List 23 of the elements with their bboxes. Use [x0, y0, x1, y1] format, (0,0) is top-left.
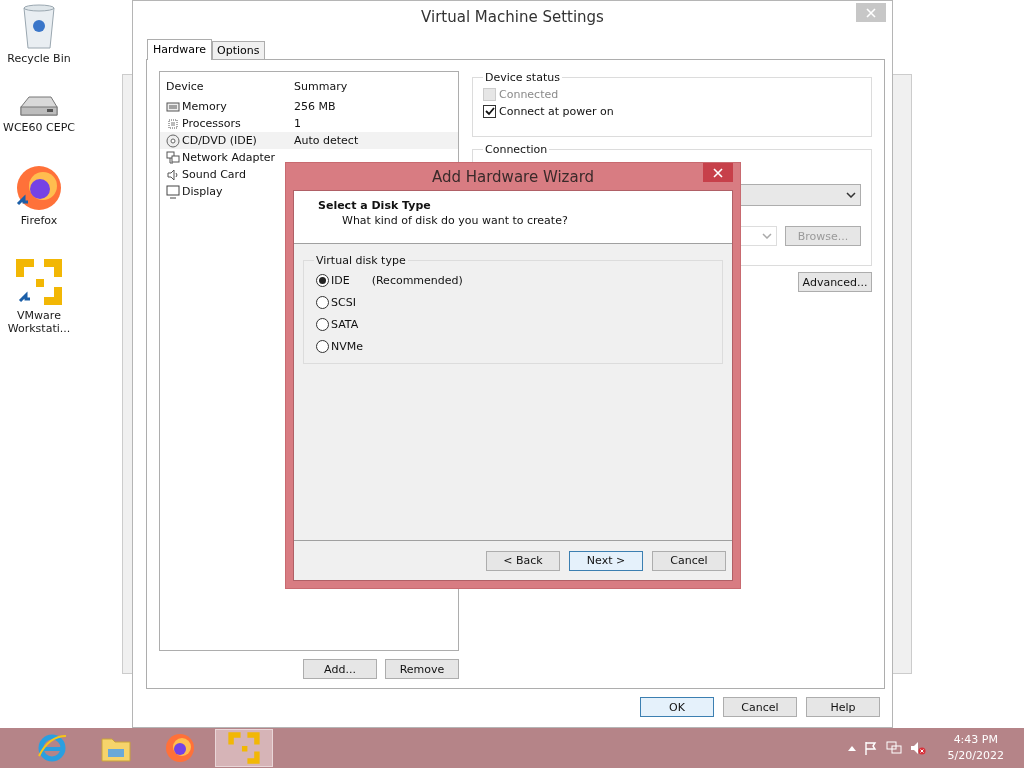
device-summary: 256 MB	[294, 100, 336, 113]
device-name: Display	[182, 185, 223, 198]
device-name: Sound Card	[182, 168, 246, 181]
wizard-heading: Select a Disk Type	[318, 199, 432, 212]
group-legend: Connection	[483, 143, 550, 156]
group-legend: Device status	[483, 71, 562, 84]
radio-label: SCSI	[331, 295, 356, 309]
clock-time: 4:43 PM	[953, 732, 998, 748]
device-summary: Auto detect	[294, 134, 359, 147]
radio-label: NVMe	[331, 339, 363, 353]
device-name: Processors	[182, 117, 241, 130]
device-name: CD/DVD (IDE)	[182, 134, 257, 147]
device-name: Memory	[182, 100, 227, 113]
device-summary: 1	[294, 117, 301, 130]
radio-note: (Recommended)	[371, 273, 463, 287]
group-legend: Virtual disk type	[314, 254, 408, 267]
window-title: Virtual Machine Settings	[421, 7, 604, 26]
radio-label: SATA	[331, 317, 359, 331]
device-name: Network Adapter	[182, 151, 276, 164]
clock-date: 5/20/2022	[947, 748, 1004, 764]
radio-label: IDE	[331, 273, 350, 287]
wizard-subheading: What kind of disk do you want to create?	[341, 214, 569, 227]
dialog-title: Add Hardware Wizard	[431, 167, 595, 186]
